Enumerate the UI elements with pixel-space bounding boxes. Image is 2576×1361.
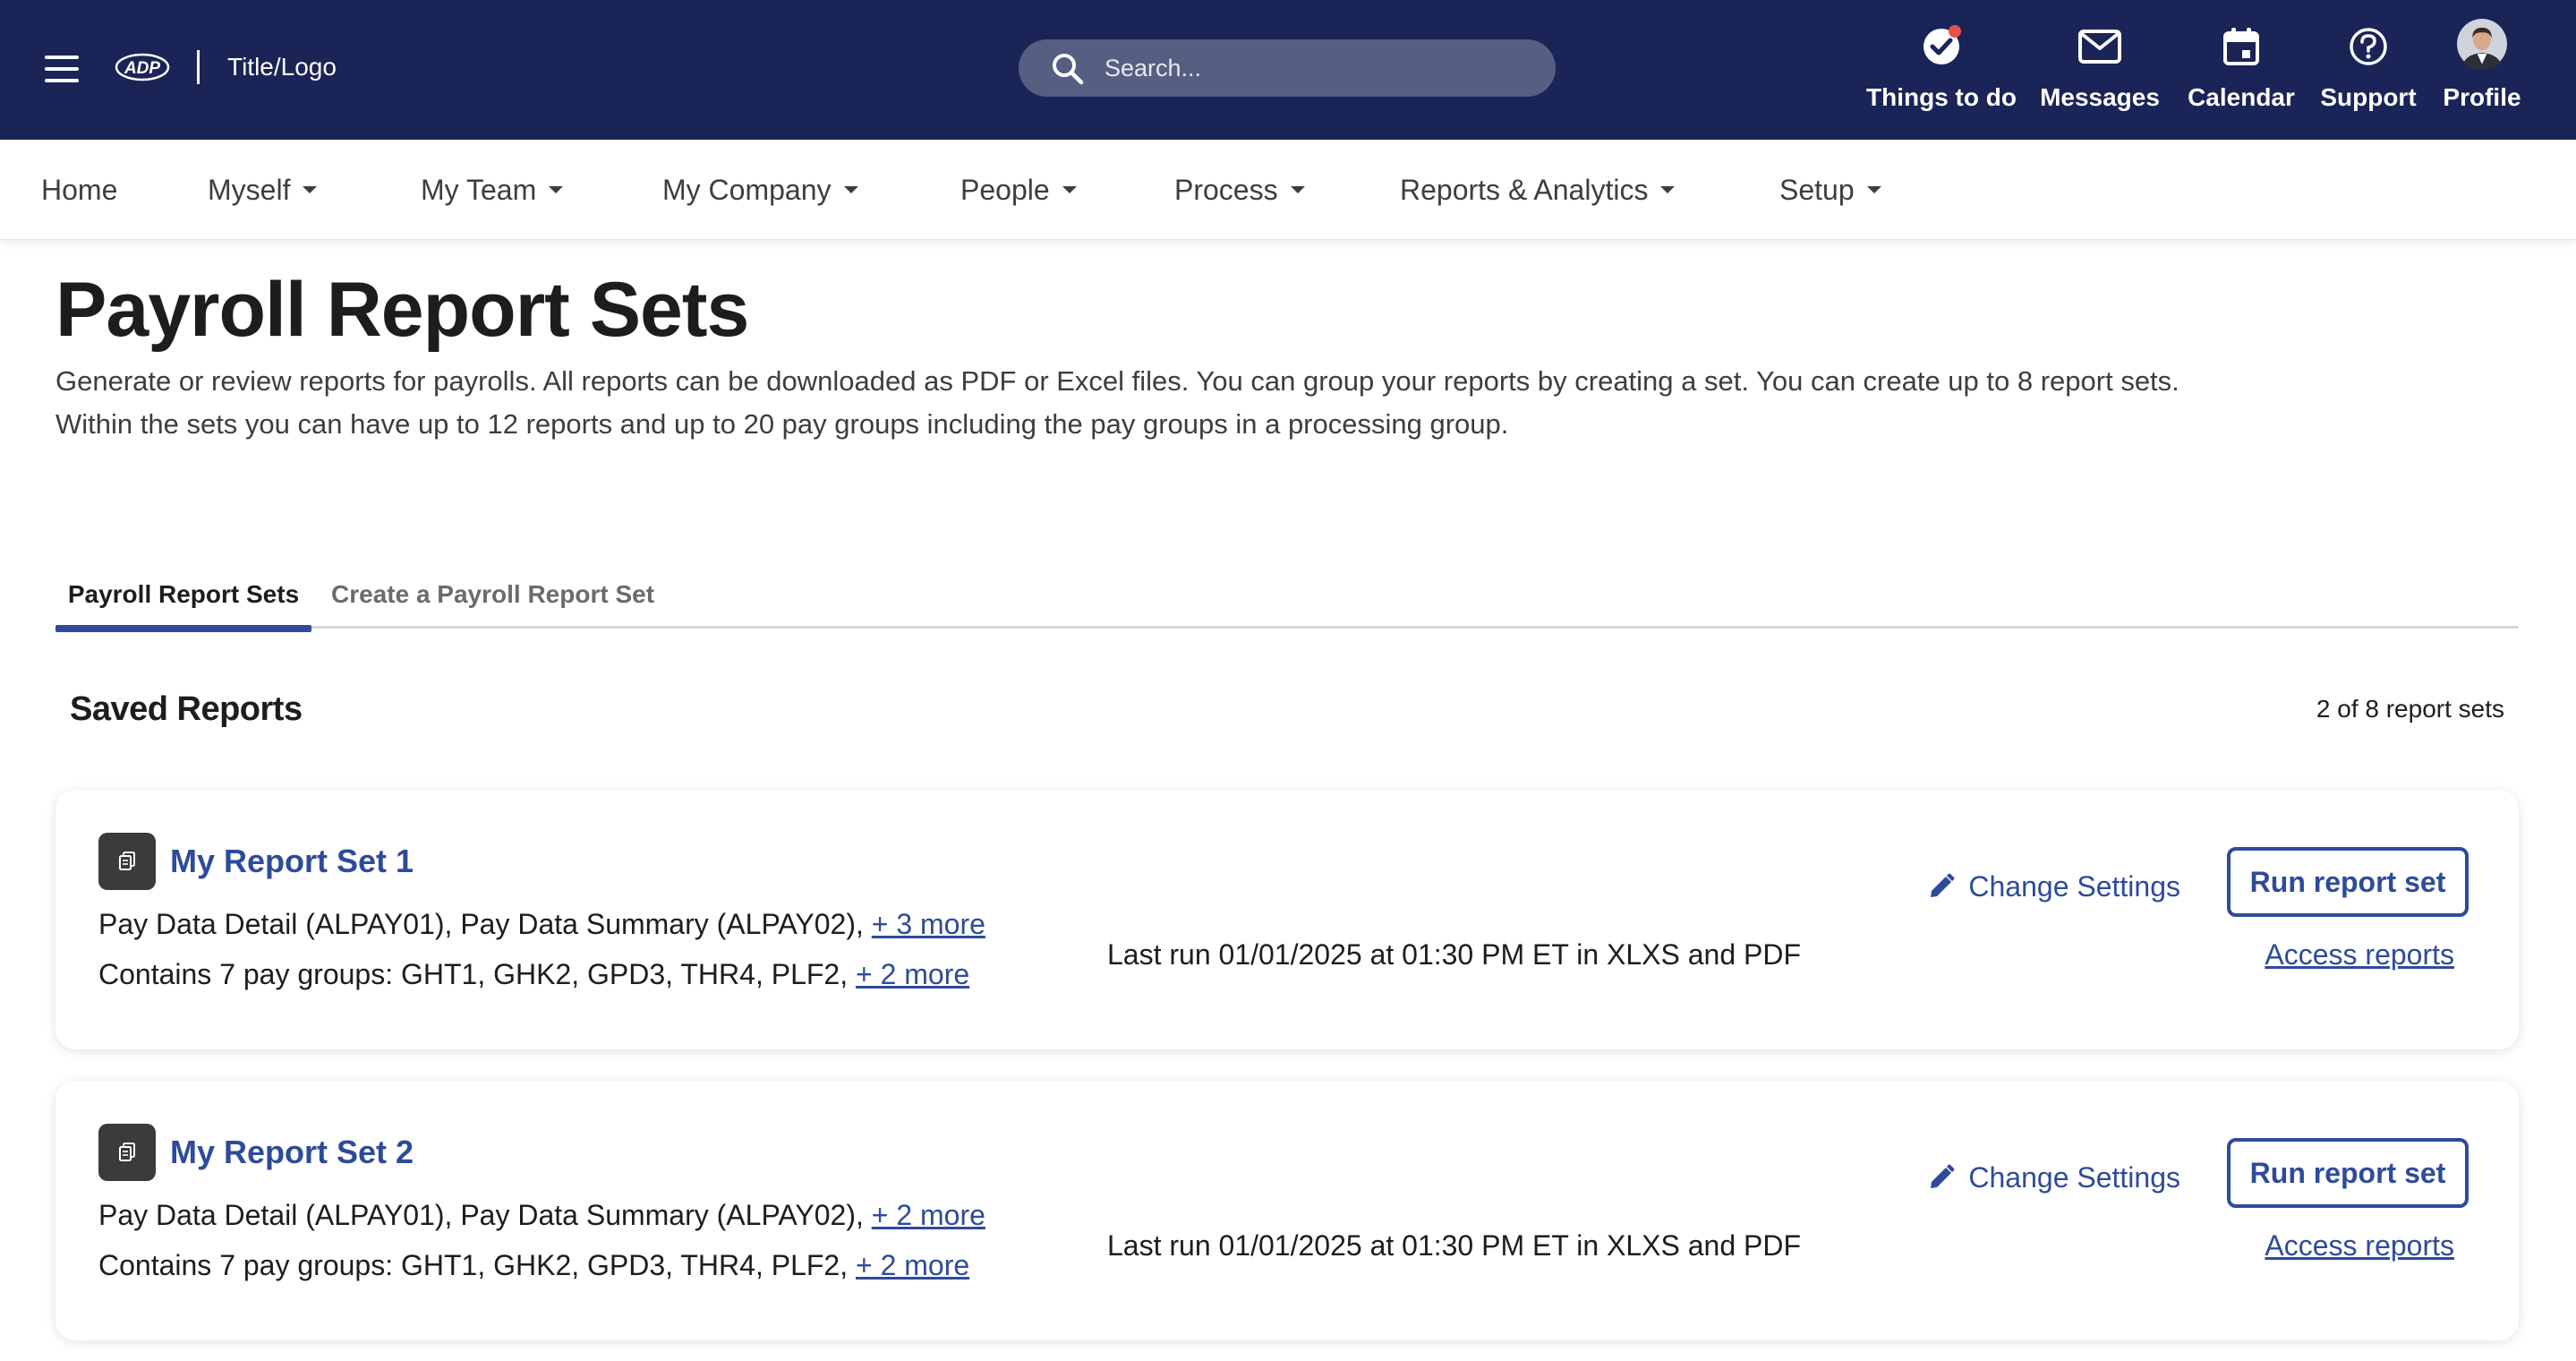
nav-setup-label: Setup bbox=[1779, 173, 1855, 206]
search-bar[interactable] bbox=[1019, 39, 1556, 97]
calendar-button[interactable]: Calendar bbox=[2179, 21, 2304, 120]
calendar-label: Calendar bbox=[2188, 83, 2295, 111]
change-settings-button[interactable]: Change Settings bbox=[1927, 1152, 2180, 1203]
nav-home-label: Home bbox=[41, 173, 118, 206]
access-reports-link[interactable]: Access reports bbox=[2265, 1226, 2454, 1265]
support-button[interactable]: Support bbox=[2313, 21, 2424, 120]
pencil-icon bbox=[1931, 873, 1955, 897]
report-sets-count: 2 of 8 report sets bbox=[2316, 695, 2504, 723]
tab-create-payroll-report-set[interactable]: Create a Payroll Report Set bbox=[331, 564, 654, 629]
reports-more-link[interactable]: + 2 more bbox=[872, 1199, 985, 1231]
nav-my-company[interactable]: My Company bbox=[662, 140, 858, 240]
caret-down-icon bbox=[1866, 186, 1881, 193]
page-title: Payroll Report Sets bbox=[55, 267, 749, 353]
report-set-title[interactable]: My Report Set 1 bbox=[170, 836, 414, 886]
page-description: Generate or review reports for payrolls.… bbox=[55, 365, 2179, 440]
tab-payroll-report-sets[interactable]: Payroll Report Sets bbox=[55, 564, 311, 632]
nav-process[interactable]: Process bbox=[1174, 140, 1305, 240]
report-set-icon bbox=[98, 833, 156, 890]
pay-groups-more-link[interactable]: + 2 more bbox=[856, 958, 969, 990]
main-navigation: Home Myself My Team My Company People Pr… bbox=[0, 140, 2576, 240]
top-header: ADP Title/Logo Things to do Messages bbox=[0, 0, 2576, 140]
reports-more-link[interactable]: + 3 more bbox=[872, 908, 985, 940]
caret-down-icon bbox=[1660, 186, 1676, 193]
run-report-set-button[interactable]: Run report set bbox=[2227, 847, 2469, 917]
saved-reports-heading: Saved Reports bbox=[70, 690, 303, 728]
nav-people[interactable]: People bbox=[960, 140, 1077, 240]
run-report-set-button[interactable]: Run report set bbox=[2227, 1138, 2469, 1208]
nav-reports-analytics[interactable]: Reports & Analytics bbox=[1400, 140, 1676, 240]
app-title: Title/Logo bbox=[227, 53, 337, 81]
nav-myself-label: Myself bbox=[208, 173, 291, 206]
nav-home[interactable]: Home bbox=[41, 140, 117, 240]
pay-groups-list: Contains 7 pay groups: GHT1, GHK2, GPD3,… bbox=[98, 1245, 969, 1285]
tab-bar: Payroll Report Sets Create a Payroll Rep… bbox=[55, 564, 2519, 632]
caret-down-icon bbox=[1290, 186, 1305, 193]
profile-label: Profile bbox=[2443, 83, 2521, 111]
things-to-do-label: Things to do bbox=[1866, 83, 2017, 111]
report-list-text: Pay Data Detail (ALPAY01), Pay Data Summ… bbox=[98, 908, 864, 940]
pay-groups-text: Contains 7 pay groups: GHT1, GHK2, GPD3,… bbox=[98, 1249, 849, 1281]
search-input[interactable] bbox=[1105, 50, 1534, 86]
caret-down-icon bbox=[303, 186, 318, 193]
svg-text:ADP: ADP bbox=[124, 59, 160, 78]
pencil-icon bbox=[1931, 1164, 1955, 1188]
nav-myself[interactable]: Myself bbox=[208, 140, 318, 240]
report-set-card: My Report Set 1 Pay Data Detail (ALPAY01… bbox=[55, 790, 2519, 1049]
nav-my-team-label: My Team bbox=[421, 173, 537, 206]
last-run-info: Last run 01/01/2025 at 01:30 PM ET in XL… bbox=[1107, 938, 1801, 971]
change-settings-button[interactable]: Change Settings bbox=[1927, 861, 2180, 912]
messages-label: Messages bbox=[2040, 83, 2160, 111]
nav-my-team[interactable]: My Team bbox=[421, 140, 564, 240]
logo-divider bbox=[197, 50, 200, 84]
help-circle-icon bbox=[2350, 28, 2387, 65]
envelope-icon bbox=[2078, 30, 2121, 64]
report-set-title[interactable]: My Report Set 2 bbox=[170, 1127, 414, 1177]
calendar-icon bbox=[2223, 28, 2259, 65]
nav-reports-analytics-label: Reports & Analytics bbox=[1400, 173, 1649, 206]
avatar bbox=[2457, 19, 2507, 69]
last-run-info: Last run 01/01/2025 at 01:30 PM ET in XL… bbox=[1107, 1229, 1801, 1262]
profile-button[interactable]: Profile bbox=[2433, 19, 2531, 120]
nav-process-label: Process bbox=[1174, 173, 1278, 206]
report-set-card: My Report Set 2 Pay Data Detail (ALPAY01… bbox=[55, 1081, 2519, 1340]
change-settings-label: Change Settings bbox=[1968, 1160, 2180, 1194]
adp-logo[interactable]: ADP bbox=[115, 52, 170, 82]
report-set-icon bbox=[98, 1124, 156, 1181]
pay-groups-text: Contains 7 pay groups: GHT1, GHK2, GPD3,… bbox=[98, 958, 849, 990]
nav-my-company-label: My Company bbox=[662, 173, 832, 206]
report-list-text: Pay Data Detail (ALPAY01), Pay Data Summ… bbox=[98, 1199, 864, 1231]
nav-people-label: People bbox=[960, 173, 1050, 206]
hamburger-menu-icon[interactable] bbox=[45, 56, 79, 82]
pay-groups-list: Contains 7 pay groups: GHT1, GHK2, GPD3,… bbox=[98, 954, 969, 994]
access-reports-link[interactable]: Access reports bbox=[2265, 935, 2454, 974]
pay-groups-more-link[interactable]: + 2 more bbox=[856, 1249, 969, 1281]
nav-setup[interactable]: Setup bbox=[1779, 140, 1881, 240]
notification-dot bbox=[1949, 25, 1961, 38]
things-to-do-button[interactable]: Things to do bbox=[1865, 21, 2017, 120]
report-list: Pay Data Detail (ALPAY01), Pay Data Summ… bbox=[98, 1195, 985, 1235]
change-settings-label: Change Settings bbox=[1968, 869, 2180, 903]
report-list: Pay Data Detail (ALPAY01), Pay Data Summ… bbox=[98, 904, 985, 944]
caret-down-icon bbox=[843, 186, 858, 193]
caret-down-icon bbox=[549, 186, 564, 193]
support-label: Support bbox=[2320, 83, 2417, 111]
caret-down-icon bbox=[1062, 186, 1077, 193]
messages-button[interactable]: Messages bbox=[2037, 21, 2162, 120]
search-icon bbox=[1053, 54, 1084, 85]
